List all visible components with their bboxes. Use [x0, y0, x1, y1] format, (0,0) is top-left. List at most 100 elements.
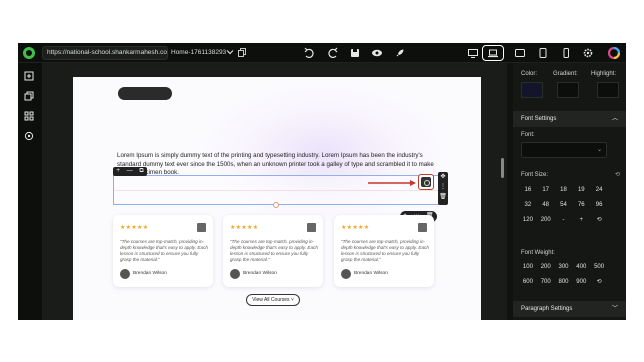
- copy-icon[interactable]: [238, 48, 246, 57]
- font-size-option[interactable]: 17: [537, 185, 555, 195]
- font-size-option[interactable]: 32: [519, 200, 537, 210]
- font-size-reset[interactable]: ⟲: [590, 215, 608, 225]
- avatar: [120, 269, 130, 279]
- font-size-grid: 16 17 18 19 24 32 48 54 76 96 120 200 - …: [519, 185, 608, 225]
- paragraph-settings-header[interactable]: Paragraph Settings ﹀: [513, 301, 626, 317]
- mobile-view-icon[interactable]: [560, 47, 572, 59]
- testimonial-card: ★★★★★ "The courses are top-match, provid…: [113, 215, 213, 287]
- testimonial-card: ★★★★★ "The courses are top-match, provid…: [223, 215, 323, 287]
- save-icon[interactable]: [349, 47, 361, 59]
- chevron-down-icon: ﹀: [611, 306, 618, 312]
- font-size-option[interactable]: 18: [555, 185, 573, 195]
- chevron-up-icon: ︿: [611, 116, 618, 122]
- font-weight-option[interactable]: 800: [555, 277, 573, 287]
- linkedin-icon[interactable]: [197, 223, 206, 232]
- rating-stars: ★★★★★: [230, 225, 259, 231]
- gear-icon: [421, 177, 431, 187]
- testimonial-quote: "The courses are top-match, providing in…: [230, 239, 318, 262]
- highlight-swatch[interactable]: [597, 82, 619, 98]
- font-weight-grid: 100 200 300 400 500 600 700 800 900 ⟲: [519, 262, 608, 287]
- font-size-option[interactable]: 200: [537, 215, 555, 225]
- font-size-increase[interactable]: +: [572, 215, 590, 225]
- testimonial-author: Brendan Wilson: [243, 271, 277, 276]
- font-size-option[interactable]: 24: [590, 185, 608, 195]
- font-settings-title: Font Settings: [521, 116, 557, 122]
- font-size-option[interactable]: 19: [572, 185, 590, 195]
- color-label: Color:: [521, 71, 538, 77]
- tablet-landscape-icon[interactable]: [514, 47, 526, 59]
- font-weight-option[interactable]: 900: [572, 277, 590, 287]
- section-settings-button[interactable]: [418, 174, 434, 190]
- hero-pill-button[interactable]: [118, 87, 172, 100]
- font-weight-option[interactable]: 400: [572, 262, 590, 272]
- testimonial-quote: "The courses are top-match, providing in…: [120, 239, 208, 262]
- add-element-icon[interactable]: [24, 71, 34, 81]
- font-size-decrease[interactable]: -: [555, 215, 573, 225]
- testimonial-quote: "The courses are top-match, providing in…: [341, 239, 429, 262]
- font-label: Font:: [521, 132, 535, 138]
- rating-stars: ★★★★★: [341, 225, 370, 231]
- page-selector[interactable]: Home-1761138293: [171, 46, 226, 60]
- redo-icon[interactable]: [327, 47, 339, 59]
- font-weight-option[interactable]: 300: [555, 262, 573, 272]
- blocks-grid-icon[interactable]: [24, 111, 34, 121]
- font-size-option[interactable]: 96: [590, 200, 608, 210]
- font-weight-option[interactable]: 700: [537, 277, 555, 287]
- gradient-label: Gradient:: [553, 71, 578, 77]
- font-weight-option[interactable]: 200: [537, 262, 555, 272]
- font-size-option[interactable]: 120: [519, 215, 537, 225]
- gradient-swatch[interactable]: [557, 82, 579, 98]
- preview-eye-icon[interactable]: [371, 47, 383, 59]
- chevron-down-icon[interactable]: [226, 48, 234, 56]
- font-weight-option[interactable]: 500: [590, 262, 608, 272]
- paragraph-settings-title: Paragraph Settings: [521, 306, 573, 312]
- font-weight-reset[interactable]: ⟲: [590, 277, 608, 287]
- testimonial-author: Brendan Wilson: [133, 271, 167, 276]
- font-weight-label: Font Weight:: [521, 250, 555, 256]
- rating-stars: ★★★★★: [120, 225, 149, 231]
- view-all-courses-button[interactable]: View All Courses ˅: [246, 294, 300, 306]
- body-paragraph[interactable]: Lorem Ipsum is simply dummy text of the …: [117, 152, 437, 178]
- font-size-option[interactable]: 54: [555, 200, 573, 210]
- testimonial-author: Brendan Wilson: [354, 271, 388, 276]
- resize-handle[interactable]: [273, 202, 279, 208]
- canvas-scrollbar[interactable]: [501, 158, 504, 178]
- testimonial-card: ★★★★★ "The courses are top-match, provid…: [334, 215, 434, 287]
- linkedin-icon[interactable]: [307, 223, 316, 232]
- reset-icon[interactable]: ⟲: [615, 171, 620, 178]
- font-size-option[interactable]: 48: [537, 200, 555, 210]
- section-side-tools[interactable]: ✥ ⋮ 🗑: [438, 172, 448, 205]
- builder-window: https://national-school.shankarmahesh.co…: [18, 43, 626, 320]
- tablet-portrait-icon[interactable]: [537, 47, 549, 59]
- font-select[interactable]: ⌄: [521, 142, 607, 158]
- layers-settings-icon[interactable]: [24, 131, 34, 141]
- avatar: [230, 269, 240, 279]
- top-toolbar: https://national-school.shankarmahesh.co…: [18, 43, 626, 63]
- color-wheel-icon[interactable]: [608, 47, 620, 59]
- publish-rocket-icon[interactable]: [394, 47, 406, 59]
- color-swatch[interactable]: [521, 82, 543, 98]
- settings-gear-icon[interactable]: [582, 47, 594, 59]
- chevron-down-icon: ⌄: [596, 147, 602, 153]
- font-weight-option[interactable]: 100: [519, 262, 537, 272]
- undo-icon[interactable]: [303, 47, 315, 59]
- font-size-label: Font Size:: [521, 172, 549, 178]
- highlight-label: Highlight:: [591, 71, 617, 77]
- annotation-arrow: [368, 180, 416, 186]
- font-size-option[interactable]: 76: [572, 200, 590, 210]
- page-header-bar: [73, 69, 481, 77]
- url-field[interactable]: https://national-school.shankarmahesh.co…: [42, 46, 168, 60]
- linkedin-icon[interactable]: [418, 223, 427, 232]
- font-weight-option[interactable]: 600: [519, 277, 537, 287]
- left-toolbar: [18, 63, 42, 320]
- avatar: [341, 269, 351, 279]
- font-size-option[interactable]: 16: [519, 185, 537, 195]
- pages-icon[interactable]: [24, 91, 34, 101]
- section-toolbar[interactable]: + — ⧉: [113, 167, 147, 176]
- laptop-view-icon[interactable]: [487, 47, 499, 59]
- page-preview: Lorem Ipsum is simply dummy text of the …: [73, 69, 481, 320]
- app-logo[interactable]: [23, 47, 35, 59]
- font-settings-header[interactable]: Font Settings ︿: [513, 111, 626, 127]
- desktop-view-icon[interactable]: [467, 47, 479, 59]
- properties-panel: Color: Gradient: Highlight: Font Setting…: [513, 63, 626, 320]
